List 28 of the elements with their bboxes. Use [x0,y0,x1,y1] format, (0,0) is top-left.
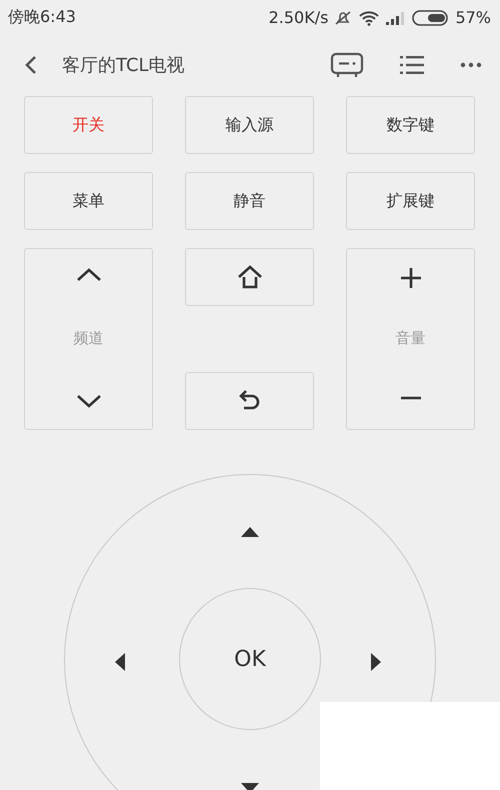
ok-button[interactable]: OK [179,588,321,730]
home-icon [236,264,264,290]
channel-up-icon[interactable] [74,267,102,283]
channel-label: 频道 [74,328,104,348]
volume-label: 音量 [396,328,426,348]
remote-button[interactable]: 菜单 [24,172,153,230]
home-button[interactable] [185,248,314,306]
left-arrow-icon[interactable] [114,652,126,672]
more-icon[interactable] [460,62,482,68]
plus-icon[interactable] [400,267,422,289]
wifi-icon [358,10,380,26]
battery-percent: 57% [455,8,491,27]
status-time: 傍晚6:43 [8,7,76,28]
battery-icon [412,10,450,26]
network-speed: 2.50K/s [268,8,328,27]
remote-button[interactable]: 数字键 [346,96,475,154]
right-arrow-icon[interactable] [370,652,382,672]
remote-button[interactable]: 输入源 [185,96,314,154]
tv-icon[interactable] [330,52,364,78]
back-icon[interactable] [24,54,38,76]
bell-muted-icon [333,10,354,26]
up-arrow-icon[interactable] [240,526,260,538]
list-icon[interactable] [398,53,426,77]
power-button[interactable]: 开关 [24,96,153,154]
device-title: 客厅的TCL电视 [62,54,186,77]
remote-button[interactable]: 扩展键 [346,172,475,230]
channel-down-icon[interactable] [74,393,102,409]
remote-button[interactable]: 静音 [185,172,314,230]
